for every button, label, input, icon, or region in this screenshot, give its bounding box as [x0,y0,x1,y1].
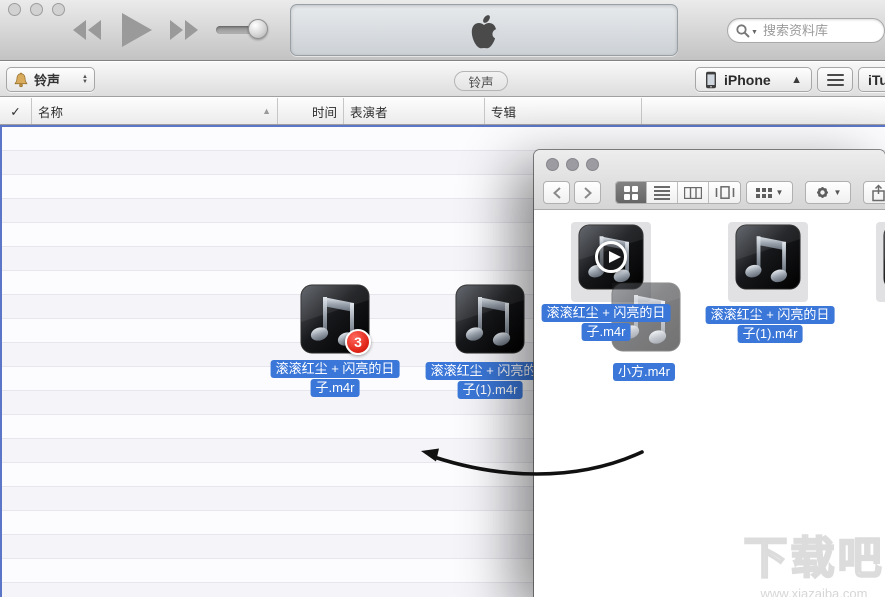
icon-view-icon [624,186,638,200]
header-column-time[interactable]: 时间 [278,98,344,124]
search-field[interactable]: ▼ [727,18,885,43]
arrange-button[interactable]: ▼ [746,181,793,204]
share-icon [871,184,885,202]
share-button[interactable] [863,181,885,204]
stepper-icon: ▲ ▼ [82,75,88,85]
device-button[interactable]: iPhone ▲ [695,67,812,92]
column-view-icon [684,187,702,199]
close-button[interactable] [8,3,21,16]
finder-file-label-2[interactable]: 滚滚红尘 + 闪亮的日 子(1).m4r [706,305,835,343]
finder-file-label-1[interactable]: 滚滚红尘 + 闪亮的日 子.m4r [542,303,671,341]
check-icon: ✓ [10,104,20,119]
drag-ghost-label: 小方.m4r [613,362,675,381]
list-menu-button[interactable] [817,67,853,92]
watermark: 下载吧 www.xiazaiba.com [739,522,885,597]
itunes-window: ▼ 铃声 ▲ ▼ 铃声 iPhone [0,0,885,597]
header-checkbox-column[interactable]: ✓ [0,98,32,124]
list-view-button[interactable] [647,182,678,203]
itunes-file-icon-1[interactable]: 3 [300,284,370,354]
count-badge: 3 [345,329,371,355]
list-view-icon [654,186,670,200]
gear-icon [815,185,830,200]
watermark-url: www.xiazaiba.com [739,586,885,597]
play-button[interactable] [122,13,152,47]
bell-icon [13,71,29,88]
search-dropdown-icon[interactable]: ▼ [751,29,758,36]
search-input[interactable] [763,23,873,38]
close-button[interactable] [546,158,559,171]
finder-file-icon-2[interactable] [735,224,801,290]
itunes-file-label-1[interactable]: 滚滚红尘 + 闪亮的日 子.m4r [271,359,400,397]
header-column-empty [642,98,885,124]
current-view-pill: 铃声 [454,71,508,91]
chevron-down-icon: ▼ [834,188,842,197]
itunes-store-label: iTu [868,72,885,88]
list-header: ✓ 名称 ▲ 时间 表演者 专辑 [0,98,885,125]
itunes-file-icon-2[interactable] [455,284,525,354]
itunes-store-button[interactable]: iTu [858,67,885,92]
media-kind-dropdown[interactable]: 铃声 ▲ ▼ [6,67,95,92]
volume-knob[interactable] [248,19,268,39]
itunes-toolbar: 铃声 ▲ ▼ 铃声 iPhone ▲ iTu [0,62,885,97]
chevron-left-icon [553,187,561,199]
sort-ascending-icon: ▲ [262,106,271,116]
rewind-button[interactable] [73,20,101,40]
chevron-right-icon [584,187,592,199]
coverflow-view-button[interactable] [709,182,740,203]
header-column-artist[interactable]: 表演者 [344,98,485,124]
search-icon [736,24,750,38]
coverflow-view-icon [715,186,735,199]
back-button[interactable] [543,181,570,204]
arrange-icon [756,188,772,198]
zoom-button[interactable] [586,158,599,171]
watermark-title: 下载吧 [739,522,885,586]
chevron-down-icon: ▼ [776,188,784,197]
icon-view-button[interactable] [616,182,647,203]
view-mode-switcher [615,181,741,204]
minimize-button[interactable] [566,158,579,171]
hamburger-icon [827,74,844,76]
iphone-icon [705,71,717,89]
device-label: iPhone [724,72,771,88]
column-view-button[interactable] [678,182,709,203]
music-note-icon [735,224,801,290]
action-button[interactable]: ▼ [805,181,851,204]
finder-toolbar: ▼ ▼ [534,150,885,210]
fast-forward-icon [170,20,198,40]
music-note-icon [455,284,525,354]
play-icon [122,13,152,47]
zoom-button[interactable] [52,3,65,16]
lcd-display [290,4,678,56]
header-column-name[interactable]: 名称 ▲ [32,98,278,124]
header-column-album[interactable]: 专辑 [485,98,642,124]
rewind-icon [73,20,101,40]
minimize-button[interactable] [30,3,43,16]
apple-logo-icon [469,14,499,50]
forward-button[interactable] [574,181,601,204]
current-view-label: 铃声 [468,72,493,91]
quicklook-play-icon[interactable] [595,241,627,273]
finder-window: ▼ ▼ [534,150,885,597]
itunes-titlebar: ▼ [0,0,885,61]
media-kind-label: 铃声 [34,70,60,89]
eject-icon[interactable]: ▲ [791,74,802,86]
fast-forward-button[interactable] [170,20,198,40]
